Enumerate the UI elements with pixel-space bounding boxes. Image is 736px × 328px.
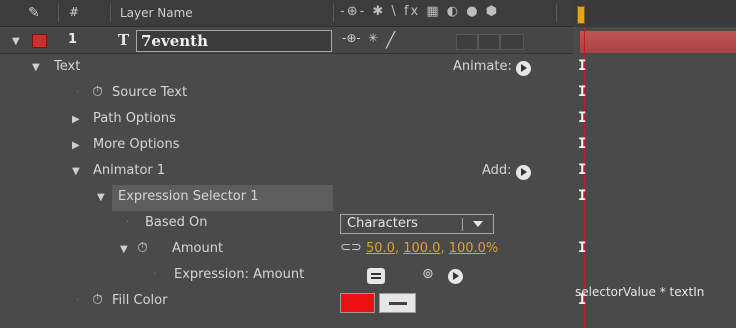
expression-pickwhip-icon[interactable]: ⊚ (422, 266, 434, 282)
label-color-chip[interactable] (32, 34, 47, 48)
quality-switch-icon[interactable]: ╱ (386, 31, 395, 49)
bullet-icon: · (76, 87, 80, 98)
column-layer-name-header[interactable]: Layer Name (120, 6, 193, 20)
property-row-path-options[interactable]: ▶ Path Options (0, 107, 573, 133)
timeline-panel: ✎ # Layer Name -⊕- ✱ \ fx ▦ ◐ ● ⬢ ▼ 1 T … (0, 0, 736, 328)
animate-menu-button[interactable] (516, 61, 531, 76)
property-row-animator-1[interactable]: ▼ Animator 1 Add: (0, 159, 573, 185)
chevron-down-icon[interactable] (473, 221, 483, 227)
column-number-header[interactable]: # (69, 5, 79, 19)
property-row-more-options[interactable]: ▶ More Options (0, 133, 573, 159)
based-on-dropdown[interactable]: Characters (340, 214, 494, 234)
property-label: Source Text (112, 85, 188, 100)
layer-number: 1 (68, 32, 78, 47)
stopwatch-icon[interactable]: ⏱ (92, 84, 103, 100)
switch-box[interactable] (478, 34, 500, 50)
stopwatch-icon[interactable]: ⏱ (92, 292, 103, 308)
column-divider[interactable] (556, 4, 557, 22)
animate-label: Animate: (453, 59, 512, 74)
property-label: Path Options (93, 111, 176, 126)
column-divider[interactable] (333, 4, 334, 22)
layer-row[interactable]: ▼ 1 T 7eventh -⊕- ✳ ╱ (0, 28, 573, 54)
text-layer-icon: T (118, 31, 130, 49)
value-separator: , (394, 241, 404, 256)
keyframe-range-bracket[interactable]: I (578, 240, 586, 256)
property-row-text[interactable]: ▼ Text Animate: (0, 55, 573, 81)
amount-z-value[interactable]: 100.0 (449, 241, 486, 256)
switch-box[interactable] (500, 34, 524, 50)
property-row-based-on[interactable]: · Based On Characters (0, 211, 573, 237)
shy-switch-icon[interactable]: -⊕- (342, 31, 361, 45)
expand-triangle-icon[interactable]: ▼ (72, 166, 80, 177)
property-label: Expression: Amount (174, 267, 305, 282)
bullet-icon: · (153, 269, 157, 280)
keyframe-range-bracket[interactable]: I (578, 188, 586, 204)
keyframe-range-bracket[interactable]: I (578, 110, 586, 126)
property-label: Amount (172, 241, 224, 256)
collapsed-triangle-icon[interactable]: ▶ (72, 140, 80, 151)
enable-expression-icon[interactable] (367, 268, 385, 284)
add-menu-button[interactable] (516, 165, 531, 180)
layer-duration-bar[interactable] (580, 31, 736, 53)
property-label: Animator 1 (93, 163, 166, 178)
amount-y-value[interactable]: 100.0 (403, 241, 440, 256)
dropdown-value: Characters (347, 216, 418, 231)
expand-triangle-icon[interactable]: ▼ (32, 62, 40, 73)
keyframe-range-bracket[interactable]: I (578, 84, 586, 100)
pen-icon[interactable]: ✎ (28, 5, 50, 22)
collapsed-triangle-icon[interactable]: ▶ (72, 114, 80, 125)
property-label: Expression Selector 1 (118, 189, 259, 204)
property-label: Based On (145, 215, 208, 230)
property-label: Text (54, 59, 81, 74)
property-row-expression-selector-1[interactable]: ▼ Expression Selector 1 (0, 185, 573, 211)
value-separator: , (440, 241, 449, 256)
bullet-icon: · (126, 217, 130, 228)
property-row-source-text[interactable]: · ⏱ Source Text (0, 81, 573, 107)
add-label: Add: (482, 163, 512, 178)
amount-values: 50.0, 100.0, 100.0% (366, 241, 498, 256)
current-time-indicator-handle[interactable] (577, 6, 585, 24)
time-ruler[interactable] (573, 0, 736, 27)
amount-x-value[interactable]: 50.0 (366, 241, 395, 256)
constrain-proportions-icon[interactable]: ⊂⊃ (340, 240, 362, 255)
column-divider[interactable] (58, 4, 59, 22)
switch-box[interactable] (456, 34, 478, 50)
property-label: More Options (93, 137, 180, 152)
fill-color-swatch[interactable] (340, 293, 375, 313)
switches-header-icons: -⊕- ✱ \ fx ▦ ◐ ● ⬢ (340, 4, 500, 19)
property-row-amount[interactable]: ▼ ⏱ Amount ⊂⊃ 50.0, 100.0, 100.0% (0, 237, 573, 263)
keyframe-range-bracket[interactable]: I (578, 162, 586, 178)
layer-name-field[interactable]: 7eventh (136, 30, 332, 52)
expand-triangle-icon[interactable]: ▼ (120, 244, 128, 255)
keyframe-range-bracket[interactable]: I (578, 136, 586, 152)
bullet-icon: · (76, 295, 80, 306)
expression-text-field[interactable]: selectorValue * textIn (575, 285, 736, 299)
column-divider[interactable] (110, 4, 111, 22)
keyframe-range-bracket[interactable]: I (578, 58, 586, 74)
eyedropper-icon[interactable] (379, 293, 416, 313)
divider (462, 218, 463, 231)
property-label: Fill Color (112, 293, 168, 308)
expand-triangle-icon[interactable]: ▼ (12, 36, 20, 47)
expression-language-menu-button[interactable] (448, 269, 463, 284)
property-row-fill-color[interactable]: · ⏱ Fill Color (0, 289, 573, 315)
expand-triangle-icon[interactable]: ▼ (97, 192, 105, 203)
stopwatch-icon[interactable]: ⏱ (137, 240, 148, 256)
collapse-switch-icon[interactable]: ✳ (368, 31, 378, 45)
property-row-expression-amount[interactable]: · Expression: Amount ⊚ (0, 263, 573, 289)
percent-unit: % (485, 241, 499, 256)
